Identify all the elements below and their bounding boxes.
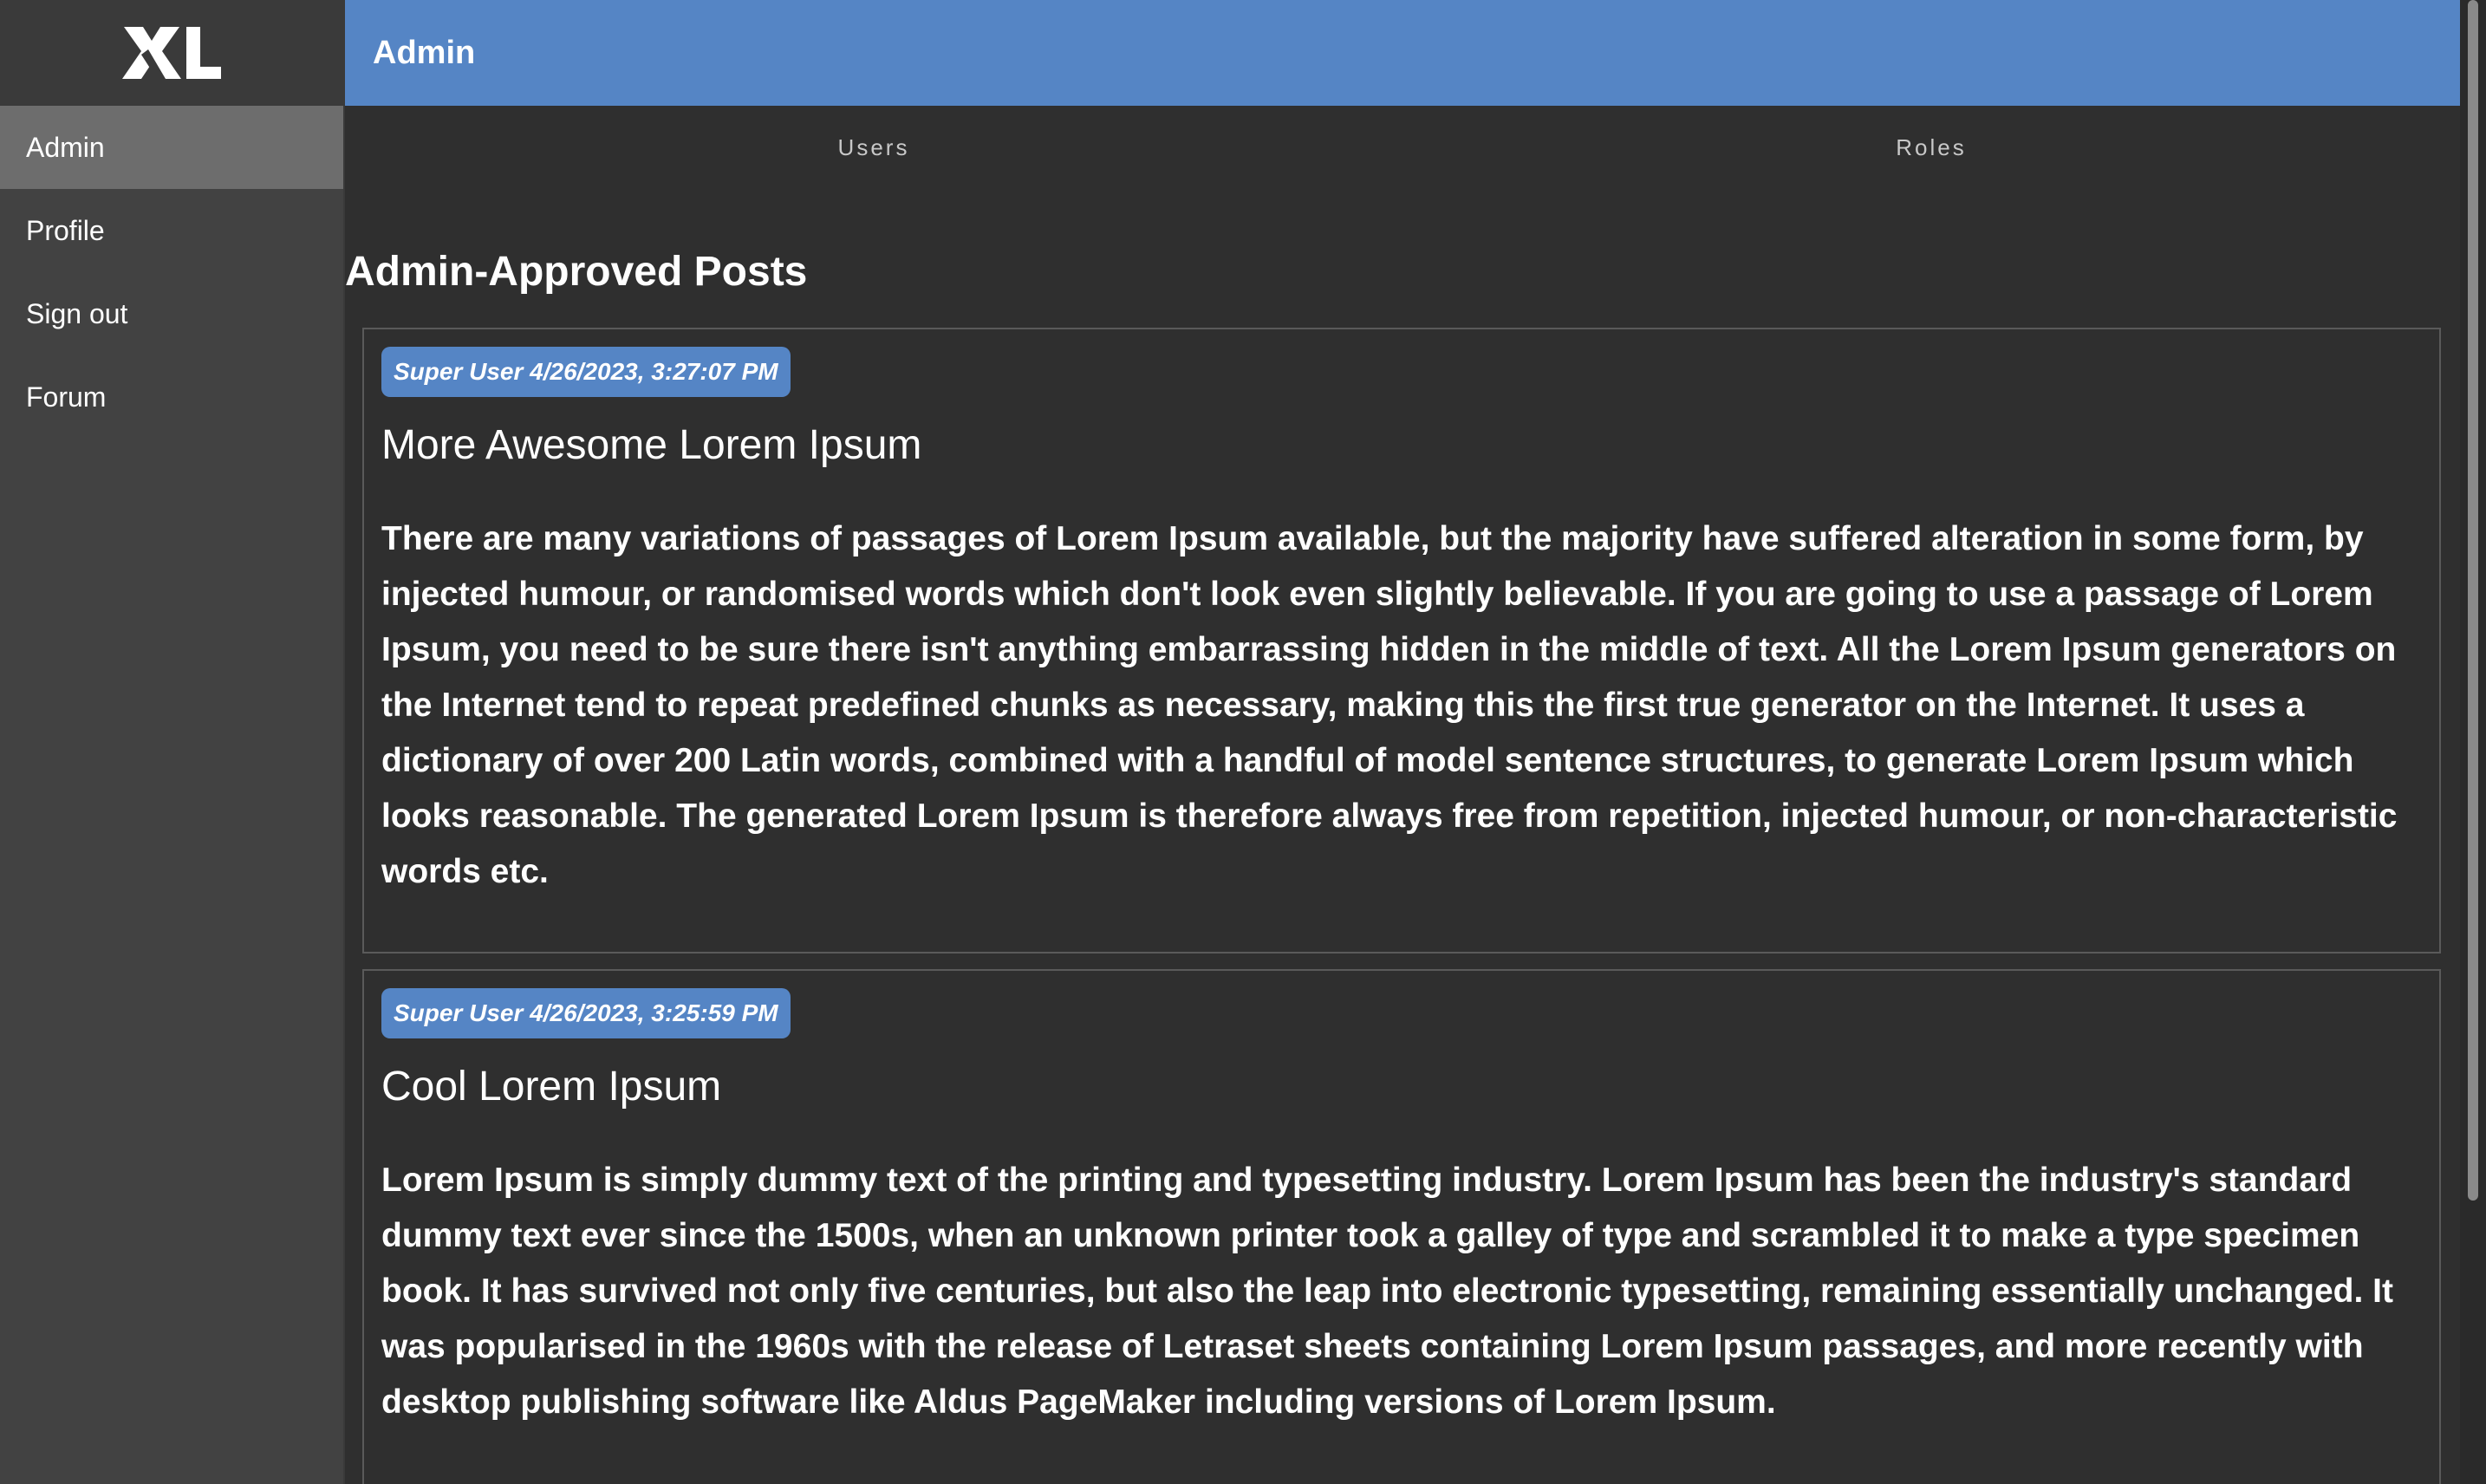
- scrollbar-thumb[interactable]: [2468, 0, 2478, 1201]
- post-title: More Awesome Lorem Ipsum: [381, 422, 922, 468]
- sidebar-item-profile[interactable]: Profile: [0, 189, 343, 272]
- main-content: Admin Users Roles Admin-Approved Posts S…: [345, 0, 2460, 1484]
- sidebar-item-label: Profile: [26, 214, 105, 246]
- post-body: Lorem Ipsum is simply dummy text of the …: [381, 1162, 2393, 1421]
- scrollbar[interactable]: [2460, 0, 2486, 1484]
- section-title: Admin-Approved Posts: [345, 249, 808, 295]
- post-card: Super User 4/26/2023, 3:27:07 PM More Aw…: [362, 328, 2441, 954]
- sidebar-item-label: Forum: [26, 381, 107, 413]
- post-card: Super User 4/26/2023, 3:25:59 PM Cool Lo…: [362, 969, 2441, 1484]
- sidebar-item-forum[interactable]: Forum: [0, 355, 343, 439]
- sidebar: Admin Profile Sign out Forum: [0, 0, 345, 1484]
- top-app-bar: Admin: [345, 0, 2460, 106]
- sidebar-item-label: Admin: [26, 131, 105, 163]
- post-title: Cool Lorem Ipsum: [381, 1064, 722, 1110]
- post-body: There are many variations of passages of…: [381, 520, 2398, 890]
- sidebar-item-sign-out[interactable]: Sign out: [0, 272, 343, 355]
- author-timestamp-badge: Super User 4/26/2023, 3:25:59 PM: [381, 988, 791, 1038]
- tab-bar: Users Roles: [345, 106, 2460, 189]
- sidebar-item-admin[interactable]: Admin: [0, 106, 343, 189]
- tab-users[interactable]: Users: [345, 106, 1402, 189]
- author-timestamp-badge: Super User 4/26/2023, 3:27:07 PM: [381, 347, 791, 397]
- sidebar-item-label: Sign out: [26, 297, 128, 329]
- tab-roles[interactable]: Roles: [1402, 106, 2460, 189]
- logo-icon: [122, 27, 221, 79]
- logo[interactable]: [0, 0, 343, 106]
- app-root: Admin Profile Sign out Forum Admin Users…: [0, 0, 2486, 1484]
- page-title: Admin: [373, 34, 476, 71]
